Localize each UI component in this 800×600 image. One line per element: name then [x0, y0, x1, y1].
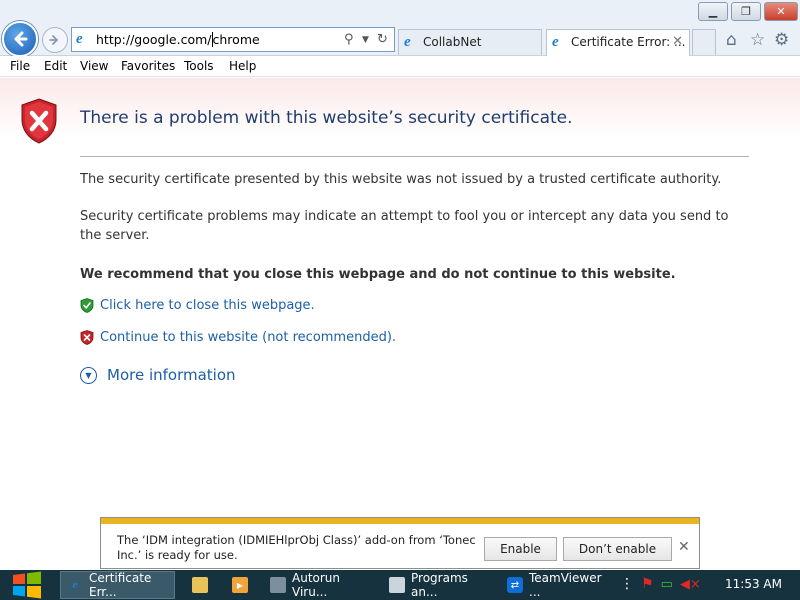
close-notification-icon[interactable]: ✕: [678, 539, 690, 555]
menu-bar: File Edit View Favorites Tools Help: [0, 56, 800, 77]
taskbar-item-label: Autorun Viru...: [292, 571, 341, 599]
tab-label: Certificate Error: ...: [571, 35, 686, 49]
more-information-toggle[interactable]: ▼ More information: [80, 366, 236, 384]
tab-label: CollabNet: [423, 35, 482, 49]
address-bar[interactable]: e http://google.com/chrome ⚲ ▼ ↻: [71, 27, 395, 52]
programs-window-icon: [389, 577, 405, 593]
menu-help[interactable]: Help: [229, 59, 256, 73]
back-button[interactable]: [2, 21, 38, 57]
close-tab-icon[interactable]: ✕: [672, 34, 683, 49]
chevron-down-icon: ▼: [80, 366, 97, 384]
taskbar-item-media-player[interactable]: ▶: [225, 571, 255, 599]
page-content: There is a problem with this website’s s…: [0, 78, 800, 516]
dropdown-arrow-icon[interactable]: ▼: [362, 35, 369, 45]
system-tray: ⋮ ⚑ ▭ ◀×: [620, 576, 701, 592]
arrow-left-icon: [14, 31, 28, 47]
settings-gear-icon[interactable]: ⚙: [774, 30, 789, 50]
continue-to-website-link[interactable]: Continue to this website (not recommende…: [80, 330, 396, 345]
security-warning-text: Security certificate problems may indica…: [80, 209, 729, 243]
more-information-label[interactable]: More information: [107, 366, 236, 384]
url-text-after-cursor: chrome: [212, 32, 260, 47]
more-options-icon[interactable]: ⋮: [620, 576, 634, 592]
autorun-app-icon: [270, 577, 286, 593]
restore-button[interactable]: ❐: [731, 2, 761, 21]
ie-icon: e: [72, 578, 78, 591]
folder-icon: [192, 577, 208, 593]
recommendation-text: We recommend that you close this webpage…: [80, 267, 676, 282]
notification-message: The ‘IDM integration (IDMIEHlprObj Class…: [117, 533, 476, 562]
menu-file[interactable]: File: [10, 59, 30, 73]
new-tab-button[interactable]: [692, 29, 716, 55]
taskbar-item-autorun[interactable]: Autorun Viru...: [263, 571, 375, 599]
taskbar-clock[interactable]: 11:53 AM: [725, 577, 782, 591]
security-shield-error-icon: [21, 98, 57, 144]
taskbar-item-label: Programs an...: [411, 571, 468, 599]
enable-button[interactable]: Enable: [484, 537, 557, 561]
dont-enable-button[interactable]: Don’t enable: [563, 537, 672, 561]
taskbar-item-programs[interactable]: Programs an...: [382, 571, 492, 599]
action-center-flag-icon[interactable]: ⚑: [641, 576, 654, 592]
refresh-icon[interactable]: ↻: [377, 32, 388, 47]
ie-page-icon: e: [76, 31, 83, 47]
notification-stripe: [101, 518, 699, 524]
taskbar-item-label: TeamViewer ...: [529, 571, 602, 599]
play-icon: ▶: [232, 577, 248, 593]
windows-start-button[interactable]: [11, 571, 43, 599]
divider: [80, 156, 749, 157]
forward-button[interactable]: [42, 27, 68, 53]
green-shield-check-icon: [80, 298, 94, 313]
favorites-star-icon[interactable]: ☆: [750, 30, 765, 50]
menu-favorites[interactable]: Favorites: [121, 59, 175, 73]
home-icon[interactable]: ⌂: [726, 30, 737, 50]
addon-notification-bar: The ‘IDM integration (IDMIEHlprObj Class…: [100, 517, 700, 569]
address-input[interactable]: http://google.com/chrome: [96, 32, 260, 47]
menu-edit[interactable]: Edit: [44, 59, 67, 73]
tab-certificate-error[interactable]: e Certificate Error: ... ✕: [546, 29, 690, 56]
taskbar-item-file-explorer[interactable]: [185, 571, 215, 599]
teamviewer-icon: ⇄: [507, 577, 523, 593]
page-title: There is a problem with this website’s s…: [80, 108, 573, 128]
url-text-before-cursor: http://google.com/: [96, 32, 213, 47]
arrow-right-icon: [49, 35, 59, 45]
volume-muted-icon[interactable]: ◀×: [680, 577, 701, 592]
taskbar: e Certificate Err... ▶ Autorun Viru... P…: [0, 570, 800, 600]
menu-tools[interactable]: Tools: [184, 59, 214, 73]
tab-collabnet[interactable]: e CollabNet: [398, 29, 542, 55]
taskbar-item-internet-explorer[interactable]: e Certificate Err...: [60, 571, 175, 599]
menu-view[interactable]: View: [80, 59, 108, 73]
close-webpage-link-text[interactable]: Click here to close this webpage.: [100, 298, 315, 313]
search-icon[interactable]: ⚲: [344, 32, 354, 47]
browser-chrome: e http://google.com/chrome ⚲ ▼ ↻ e Colla…: [0, 0, 800, 57]
minimize-button[interactable]: ▁: [698, 2, 728, 21]
certificate-explanation: The security certificate presented by th…: [80, 172, 722, 187]
ie-tab-icon: e: [404, 34, 411, 50]
taskbar-item-teamviewer[interactable]: ⇄ TeamViewer ...: [500, 571, 610, 599]
network-icon[interactable]: ▭: [661, 577, 673, 592]
ie-tab-icon: e: [552, 34, 559, 50]
red-shield-x-icon: [80, 330, 94, 345]
continue-link-text[interactable]: Continue to this website (not recommende…: [100, 330, 396, 345]
close-window-button[interactable]: ✕: [764, 2, 798, 21]
taskbar-item-label: Certificate Err...: [89, 571, 152, 599]
close-webpage-link[interactable]: Click here to close this webpage.: [80, 298, 315, 313]
